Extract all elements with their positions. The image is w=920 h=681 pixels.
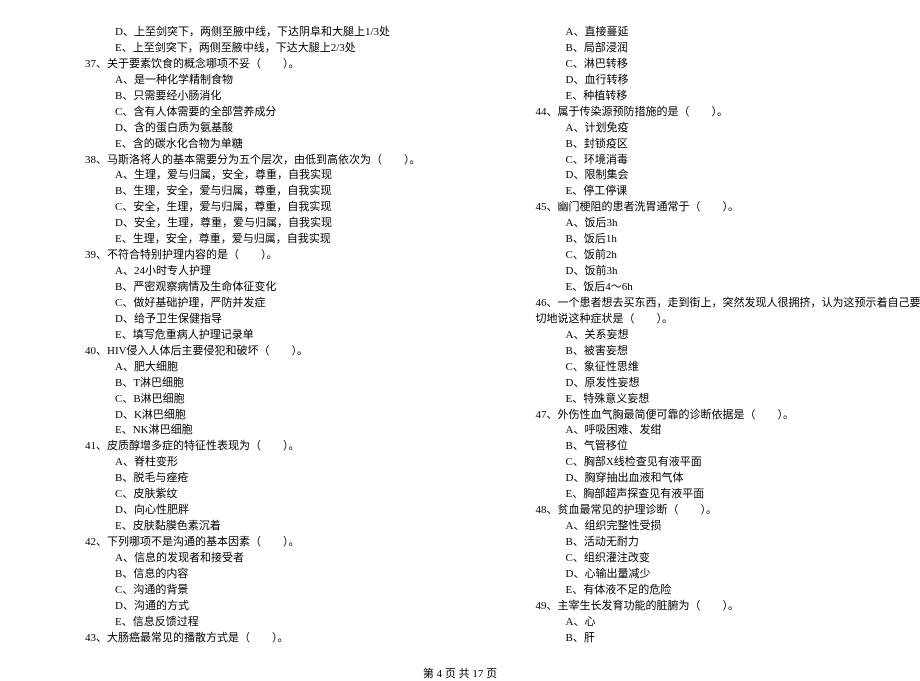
option: C、含有人体需要的全部营养成分 <box>60 105 421 121</box>
option: B、活动无耐力 <box>511 535 920 551</box>
option: E、生理，安全，尊重，爱与归属，自我实现 <box>60 232 421 248</box>
option: A、生理，爱与归属，安全，尊重，自我实现 <box>60 168 421 184</box>
option: D、沟通的方式 <box>60 599 421 615</box>
option: C、安全，生理，爱与归属，尊重，自我实现 <box>60 200 421 216</box>
option: C、环境消毒 <box>511 153 920 169</box>
option: E、信息反馈过程 <box>60 615 421 631</box>
option: E、填写危重病人护理记录单 <box>60 328 421 344</box>
option: A、心 <box>511 615 920 631</box>
question-42-stem: 42、下列哪项不是沟通的基本因素（ ）。 <box>60 535 421 551</box>
question-39-stem: 39、不符合特别护理内容的是（ ）。 <box>60 248 421 264</box>
option: D、胸穿抽出血液和气体 <box>511 471 920 487</box>
left-column: D、上至剑突下，两侧至腋中线，下达阴阜和大腿上1/3处 E、上至剑突下，两侧至腋… <box>60 25 421 647</box>
option: D、安全，生理，尊重，爱与归属，自我实现 <box>60 216 421 232</box>
option: A、计划免疫 <box>511 121 920 137</box>
option: B、T淋巴细胞 <box>60 376 421 392</box>
option: A、是一种化学精制食物 <box>60 73 421 89</box>
option: A、直接蔓延 <box>511 25 920 41</box>
option: D、上至剑突下，两侧至腋中线，下达阴阜和大腿上1/3处 <box>60 25 421 41</box>
option: C、胸部X线检查见有液平面 <box>511 455 920 471</box>
option: E、饭后4～6h <box>511 280 920 296</box>
option: C、饭前2h <box>511 248 920 264</box>
option: D、饭前3h <box>511 264 920 280</box>
question-46-stem-line2: 切地说这种症状是（ ）。 <box>511 312 920 328</box>
question-38-stem: 38、马斯洛将人的基本需要分为五个层次，由低到高依次为（ ）。 <box>60 153 421 169</box>
option: C、组织灌注改变 <box>511 551 920 567</box>
option: C、B淋巴细胞 <box>60 392 421 408</box>
option: C、皮肤紫纹 <box>60 487 421 503</box>
option: E、NK淋巴细胞 <box>60 423 421 439</box>
option: A、脊柱变形 <box>60 455 421 471</box>
option: E、停工停课 <box>511 184 920 200</box>
question-40-stem: 40、HIV侵入人体后主要侵犯和破坏（ ）。 <box>60 344 421 360</box>
option: E、含的碳水化合物为单糖 <box>60 137 421 153</box>
option: D、血行转移 <box>511 73 920 89</box>
option: D、限制集会 <box>511 168 920 184</box>
option: E、种植转移 <box>511 89 920 105</box>
option: A、信息的发现者和接受者 <box>60 551 421 567</box>
option: D、给予卫生保健指导 <box>60 312 421 328</box>
question-45-stem: 45、幽门梗阻的患者洗胃通常于（ ）。 <box>511 200 920 216</box>
option: B、气管移位 <box>511 439 920 455</box>
option: D、含的蛋白质为氨基酸 <box>60 121 421 137</box>
option: B、局部浸润 <box>511 41 920 57</box>
option: C、沟通的背景 <box>60 583 421 599</box>
option: B、封锁疫区 <box>511 137 920 153</box>
option: B、只需要经小肠消化 <box>60 89 421 105</box>
question-43-stem: 43、大肠癌最常见的播散方式是（ ）。 <box>60 631 421 647</box>
option: A、呼吸困难、发绀 <box>511 423 920 439</box>
option: A、关系妄想 <box>511 328 920 344</box>
option: B、被害妄想 <box>511 344 920 360</box>
option: D、向心性肥胖 <box>60 503 421 519</box>
option: A、组织完整性受损 <box>511 519 920 535</box>
option: E、特殊意义妄想 <box>511 392 920 408</box>
question-44-stem: 44、属于传染源预防措施的是（ ）。 <box>511 105 920 121</box>
question-47-stem: 47、外伤性血气胸最简便可靠的诊断依据是（ ）。 <box>511 408 920 424</box>
content-columns: D、上至剑突下，两侧至腋中线，下达阴阜和大腿上1/3处 E、上至剑突下，两侧至腋… <box>60 25 860 647</box>
option: D、K淋巴细胞 <box>60 408 421 424</box>
option: B、饭后1h <box>511 232 920 248</box>
option: C、象征性思维 <box>511 360 920 376</box>
option: C、淋巴转移 <box>511 57 920 73</box>
option: B、肝 <box>511 631 920 647</box>
question-49-stem: 49、主宰生长发育功能的脏腑为（ ）。 <box>511 599 920 615</box>
option: A、肥大细胞 <box>60 360 421 376</box>
option: E、有体液不足的危险 <box>511 583 920 599</box>
option: B、脱毛与痤疮 <box>60 471 421 487</box>
option: A、饭后3h <box>511 216 920 232</box>
option: A、24小时专人护理 <box>60 264 421 280</box>
option: B、生理，安全，爱与归属，尊重，自我实现 <box>60 184 421 200</box>
option: E、胸部超声探查见有液平面 <box>511 487 920 503</box>
right-column: A、直接蔓延 B、局部浸润 C、淋巴转移 D、血行转移 E、种植转移 44、属于… <box>511 25 920 647</box>
option: E、皮肤黏膜色素沉着 <box>60 519 421 535</box>
question-46-stem-line1: 46、一个患者想去买东西，走到街上，突然发现人很拥挤，认为这预示着自己要大难临头… <box>511 296 920 312</box>
option: B、信息的内容 <box>60 567 421 583</box>
option: D、原发性妄想 <box>511 376 920 392</box>
option: E、上至剑突下，两侧至腋中线，下达大腿上2/3处 <box>60 41 421 57</box>
option: C、做好基础护理，严防并发症 <box>60 296 421 312</box>
question-48-stem: 48、贫血最常见的护理诊断（ ）。 <box>511 503 920 519</box>
question-37-stem: 37、关于要素饮食的概念哪项不妥（ ）。 <box>60 57 421 73</box>
page-footer: 第 4 页 共 17 页 <box>60 665 860 681</box>
option: D、心输出量减少 <box>511 567 920 583</box>
question-41-stem: 41、皮质醇增多症的特征性表现为（ ）。 <box>60 439 421 455</box>
option: B、严密观察病情及生命体征变化 <box>60 280 421 296</box>
